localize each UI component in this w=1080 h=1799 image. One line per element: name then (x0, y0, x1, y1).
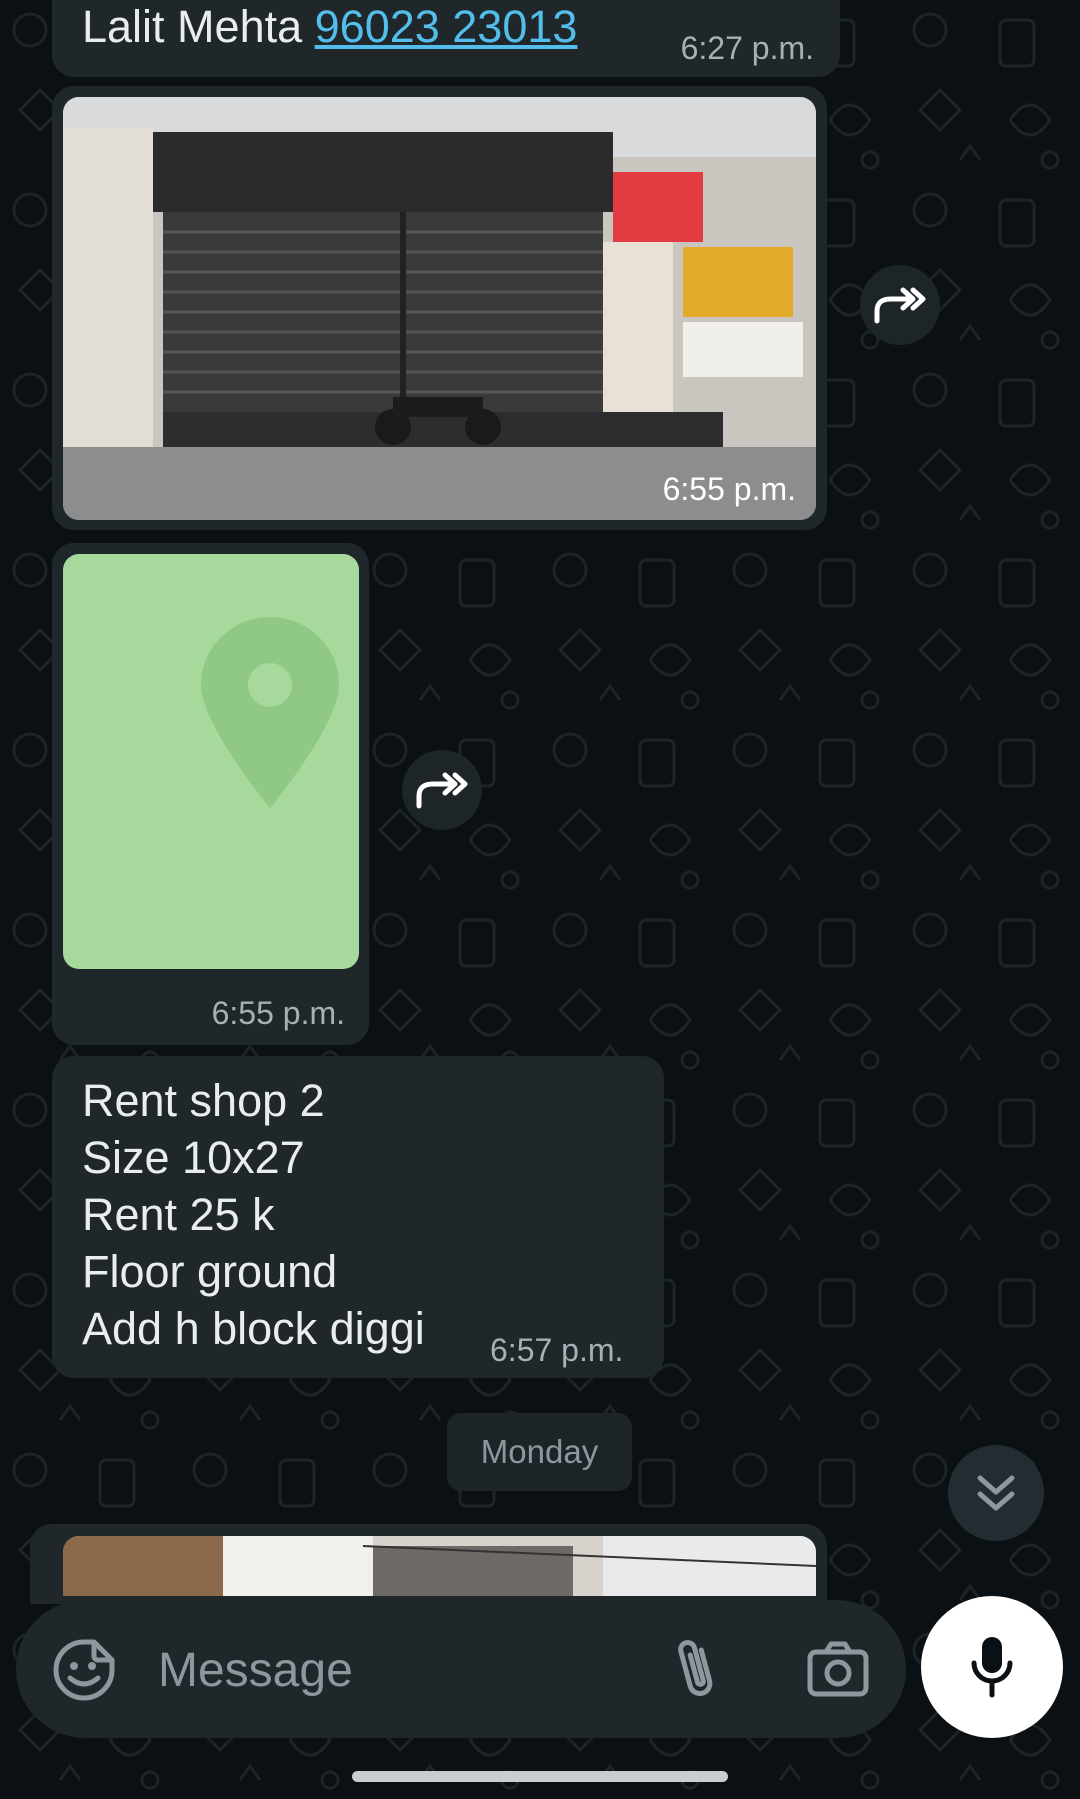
shop-photo-image (63, 97, 816, 520)
camera-button[interactable] (806, 1638, 870, 1698)
contact-phone-link[interactable]: 96023 23013 (315, 1, 578, 52)
forward-icon (874, 287, 926, 324)
forward-location-button[interactable] (402, 750, 482, 830)
forward-photo-button[interactable] (860, 265, 940, 345)
message-line: Floor ground (82, 1246, 338, 1297)
double-chevron-down-icon (977, 1475, 1015, 1511)
forward-icon (416, 772, 468, 809)
home-indicator (352, 1771, 728, 1782)
message-input[interactable] (156, 1632, 640, 1708)
message-line: Add h block diggi (82, 1303, 425, 1354)
message-composer (16, 1600, 906, 1738)
attach-button[interactable] (666, 1634, 726, 1704)
contact-message-text: Lalit Mehta 96023 23013 (82, 0, 577, 55)
camera-icon (807, 1641, 869, 1697)
contact-name: Lalit Mehta (82, 1, 303, 52)
sticker-icon (53, 1639, 115, 1701)
photo-time: 6:55 p.m. (662, 471, 796, 507)
shop-photo[interactable]: 6:55 p.m. (63, 97, 816, 520)
location-time: 6:55 p.m. (211, 995, 345, 1031)
message-time: 6:27 p.m. (680, 30, 814, 66)
next-photo[interactable] (63, 1536, 816, 1596)
message-line: Rent shop 2 (82, 1075, 325, 1126)
scroll-to-bottom-button[interactable] (948, 1445, 1044, 1541)
next-photo-image (63, 1536, 816, 1596)
location-map[interactable] (63, 554, 359, 969)
next-photo-bubble[interactable] (30, 1524, 827, 1604)
message-line: Size 10x27 (82, 1132, 305, 1183)
date-separator: Monday (447, 1413, 632, 1491)
location-message-bubble[interactable]: 6:55 p.m. (52, 543, 369, 1045)
location-pin-icon (201, 617, 339, 808)
message-line: Rent 25 k (82, 1189, 275, 1240)
contact-message-bubble: Lalit Mehta 96023 23013 6:27 p.m. (52, 0, 840, 77)
photo-message-bubble[interactable]: 6:55 p.m. (52, 86, 827, 530)
attach-icon (678, 1640, 713, 1696)
text-message-time: 6:57 p.m. (490, 1332, 624, 1368)
mic-icon (971, 1637, 1013, 1698)
voice-message-button[interactable] (921, 1596, 1063, 1738)
sticker-button[interactable] (52, 1638, 116, 1702)
